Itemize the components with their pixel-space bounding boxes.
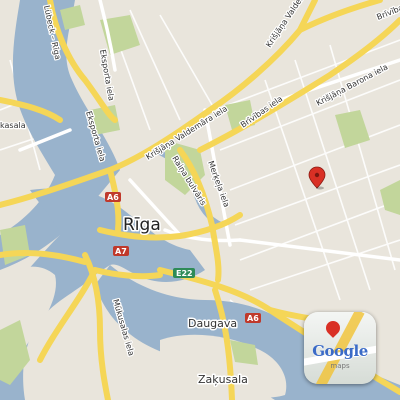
svg-text:A6: A6 <box>247 314 259 323</box>
google-logo-text: Google <box>312 342 368 360</box>
road-shield-a7: A7 <box>113 246 129 256</box>
city-label-riga: Rīga <box>123 215 161 235</box>
maps-label: maps <box>330 362 350 370</box>
road-shield-a6-west: A6 <box>105 192 121 202</box>
road-shield-e22: E22 <box>173 268 195 278</box>
district-label-zakusala: Zaķusala <box>198 373 248 386</box>
badge-pin-icon <box>323 318 343 338</box>
street-label-kasala: kasala <box>0 121 26 130</box>
google-maps-app-icon[interactable]: Google maps <box>304 312 376 384</box>
svg-text:A7: A7 <box>115 247 127 256</box>
district-label-daugava: Daugava <box>188 317 237 330</box>
svg-text:E22: E22 <box>176 269 193 278</box>
svg-text:A6: A6 <box>107 193 119 202</box>
road-shield-a6-east: A6 <box>245 313 261 323</box>
map-view[interactable]: Lübeck – Rīga Eksporta iela Eksporta iel… <box>0 0 400 400</box>
